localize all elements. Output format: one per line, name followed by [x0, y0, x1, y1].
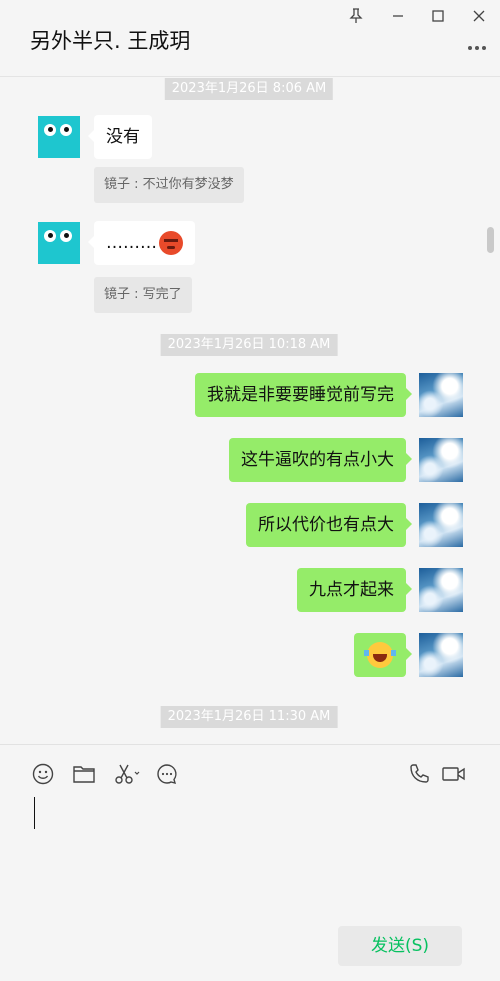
more-icon[interactable] [468, 46, 490, 52]
message-bubble[interactable]: 九点才起来 [297, 568, 412, 612]
avatar[interactable] [419, 633, 463, 677]
timestamp: 2023年1月26日 10:18 AM [160, 334, 338, 356]
message-bubble[interactable]: ……… [88, 221, 195, 265]
minimize-icon[interactable] [386, 4, 410, 28]
text-cursor [34, 797, 35, 829]
avatar[interactable] [419, 568, 463, 612]
quoted-message[interactable]: 镜子 : 写完了 [94, 277, 192, 313]
message-list[interactable]: 2023年1月26日 8:06 AM 没有 镜子 : 不过你有梦没梦 ……… 镜… [0, 77, 500, 744]
scissors-icon[interactable] [112, 761, 142, 787]
compose-panel: 发送(S) [0, 744, 500, 981]
chat-title: 另外半只. 王成玥 [30, 29, 191, 53]
laughing-tears-face-icon [364, 642, 396, 668]
timestamp: 2023年1月26日 11:30 AM [160, 706, 338, 728]
video-icon[interactable] [441, 761, 467, 787]
emoji-icon[interactable] [30, 761, 56, 787]
quoted-message[interactable]: 镜子 : 不过你有梦没梦 [94, 167, 244, 203]
pin-icon[interactable] [344, 4, 368, 28]
message-bubble[interactable]: 所以代价也有点大 [246, 503, 412, 547]
message-input[interactable] [20, 789, 480, 919]
avatar[interactable] [419, 438, 463, 482]
message-bubble[interactable] [354, 633, 412, 677]
avatar[interactable] [38, 116, 80, 158]
timestamp: 2023年1月26日 8:06 AM [164, 78, 334, 100]
folder-icon[interactable] [71, 761, 97, 787]
maximize-icon[interactable] [426, 4, 450, 28]
title-bar: 另外半只. 王成玥 [0, 0, 500, 77]
chat-history-icon[interactable] [154, 761, 180, 787]
phone-icon[interactable] [406, 761, 432, 787]
message-text: ……… [106, 233, 157, 253]
message-bubble[interactable]: 这牛逼吹的有点小大 [229, 438, 412, 482]
close-icon[interactable] [467, 4, 491, 28]
scrollbar-thumb[interactable] [487, 227, 494, 253]
angry-face-icon [159, 231, 183, 255]
send-button[interactable]: 发送(S) [338, 926, 462, 966]
avatar[interactable] [419, 503, 463, 547]
message-bubble[interactable]: 我就是非要要睡觉前写完 [195, 373, 412, 417]
avatar[interactable] [38, 222, 80, 264]
avatar[interactable] [419, 373, 463, 417]
message-bubble[interactable]: 没有 [88, 115, 152, 159]
